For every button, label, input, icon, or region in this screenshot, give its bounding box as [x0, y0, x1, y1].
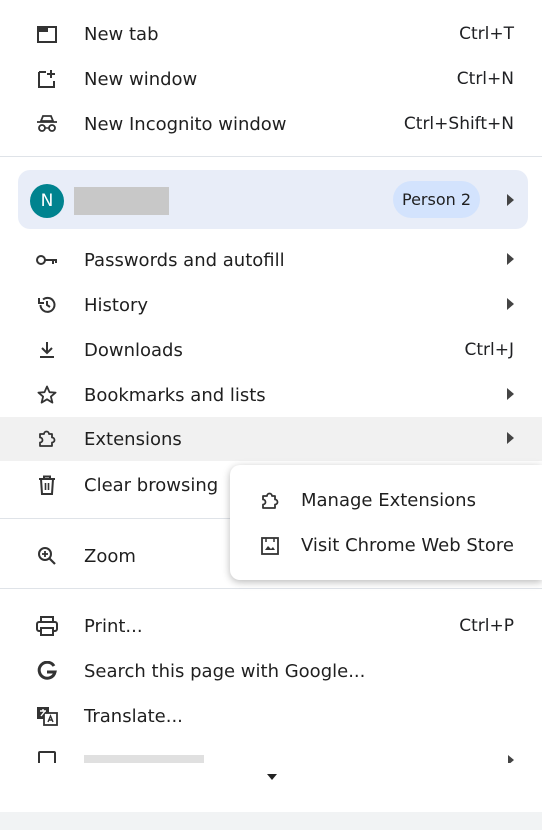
chevron-right-icon: [507, 432, 514, 444]
menu-item-shortcut: Ctrl+P: [459, 616, 514, 636]
menu-item-label: Downloads: [84, 339, 183, 361]
menu-item-partial: [0, 743, 542, 763]
menu-item-label: Translate...: [84, 705, 183, 727]
submenu-item-visit-chrome-web-store[interactable]: Visit Chrome Web Store: [230, 524, 542, 569]
menu-item-label: New window: [84, 68, 198, 90]
menu-item-label: New tab: [84, 23, 159, 45]
menu-item-shortcut: Ctrl+N: [456, 69, 514, 89]
download-icon: [36, 340, 58, 360]
menu-item-label: Search this page with Google...: [84, 660, 366, 682]
menu-item-label: Extensions: [84, 428, 182, 450]
menu-bottom-edge: [0, 812, 542, 830]
submenu-item-label: Visit Chrome Web Store: [301, 535, 514, 556]
printer-icon: [36, 616, 58, 636]
menu-divider: [0, 588, 542, 589]
trash-icon: [36, 475, 58, 495]
menu-item-new-incognito-window[interactable]: New Incognito window Ctrl+Shift+N: [0, 102, 542, 146]
menu-item-label: Print...: [84, 615, 143, 637]
menu-item-shortcut: Ctrl+T: [459, 24, 514, 44]
menu-item-history[interactable]: History: [0, 283, 542, 327]
menu-item-label: New Incognito window: [84, 113, 287, 135]
star-icon: [36, 385, 58, 405]
extensions-icon: [260, 491, 282, 513]
menu-divider: [0, 156, 542, 157]
profile-badge: Person 2: [393, 181, 480, 218]
chevron-right-icon: [507, 388, 514, 400]
web-store-icon: [260, 536, 282, 558]
history-icon: [36, 295, 58, 315]
extensions-submenu: Manage Extensions Visit Chrome Web Store: [230, 465, 542, 580]
menu-item-label: Bookmarks and lists: [84, 384, 266, 406]
menu-item-bookmarks-and-lists[interactable]: Bookmarks and lists: [0, 373, 542, 417]
chevron-right-icon: [507, 194, 514, 206]
menu-item-shortcut: Ctrl+J: [464, 340, 514, 360]
menu-item-search-with-google[interactable]: Search this page with Google...: [0, 649, 542, 693]
menu-item-new-window[interactable]: New window Ctrl+N: [0, 57, 542, 101]
zoom-in-icon: [36, 546, 58, 566]
submenu-item-manage-extensions[interactable]: Manage Extensions: [230, 479, 542, 524]
menu-item-extensions[interactable]: Extensions: [0, 417, 542, 461]
new-tab-icon: [36, 24, 58, 44]
menu-item-label: History: [84, 294, 149, 316]
chrome-main-menu: New tab Ctrl+T New window Ctrl+N New Inc…: [0, 0, 542, 812]
extensions-icon: [36, 429, 58, 449]
translate-icon: [36, 706, 58, 726]
menu-item-passwords-and-autofill[interactable]: Passwords and autofill: [0, 238, 542, 282]
menu-item-new-tab[interactable]: New tab Ctrl+T: [0, 12, 542, 56]
avatar: N: [30, 184, 64, 218]
menu-item-print[interactable]: Print... Ctrl+P: [0, 604, 542, 648]
key-icon: [36, 250, 58, 270]
incognito-icon: [36, 114, 58, 134]
page-icon: [38, 751, 56, 763]
menu-item-downloads[interactable]: Downloads Ctrl+J: [0, 328, 542, 372]
chevron-right-icon: [507, 298, 514, 310]
menu-item-translate[interactable]: Translate...: [0, 694, 542, 738]
profile-name-redacted: [74, 187, 169, 215]
menu-item-shortcut: Ctrl+Shift+N: [403, 114, 514, 134]
scroll-down-arrow[interactable]: [267, 774, 277, 780]
submenu-item-label: Manage Extensions: [301, 490, 476, 511]
google-icon: [36, 661, 58, 681]
menu-item-label: Passwords and autofill: [84, 249, 285, 271]
chevron-right-icon: [507, 253, 514, 265]
menu-item-label: Zoom: [84, 545, 136, 567]
profile-row[interactable]: N Person 2: [18, 170, 528, 229]
menu-item-label: Clear browsing: [84, 474, 219, 496]
chevron-right-icon: [508, 755, 514, 763]
cut-off-label: [84, 755, 204, 763]
new-window-icon: [36, 69, 58, 89]
